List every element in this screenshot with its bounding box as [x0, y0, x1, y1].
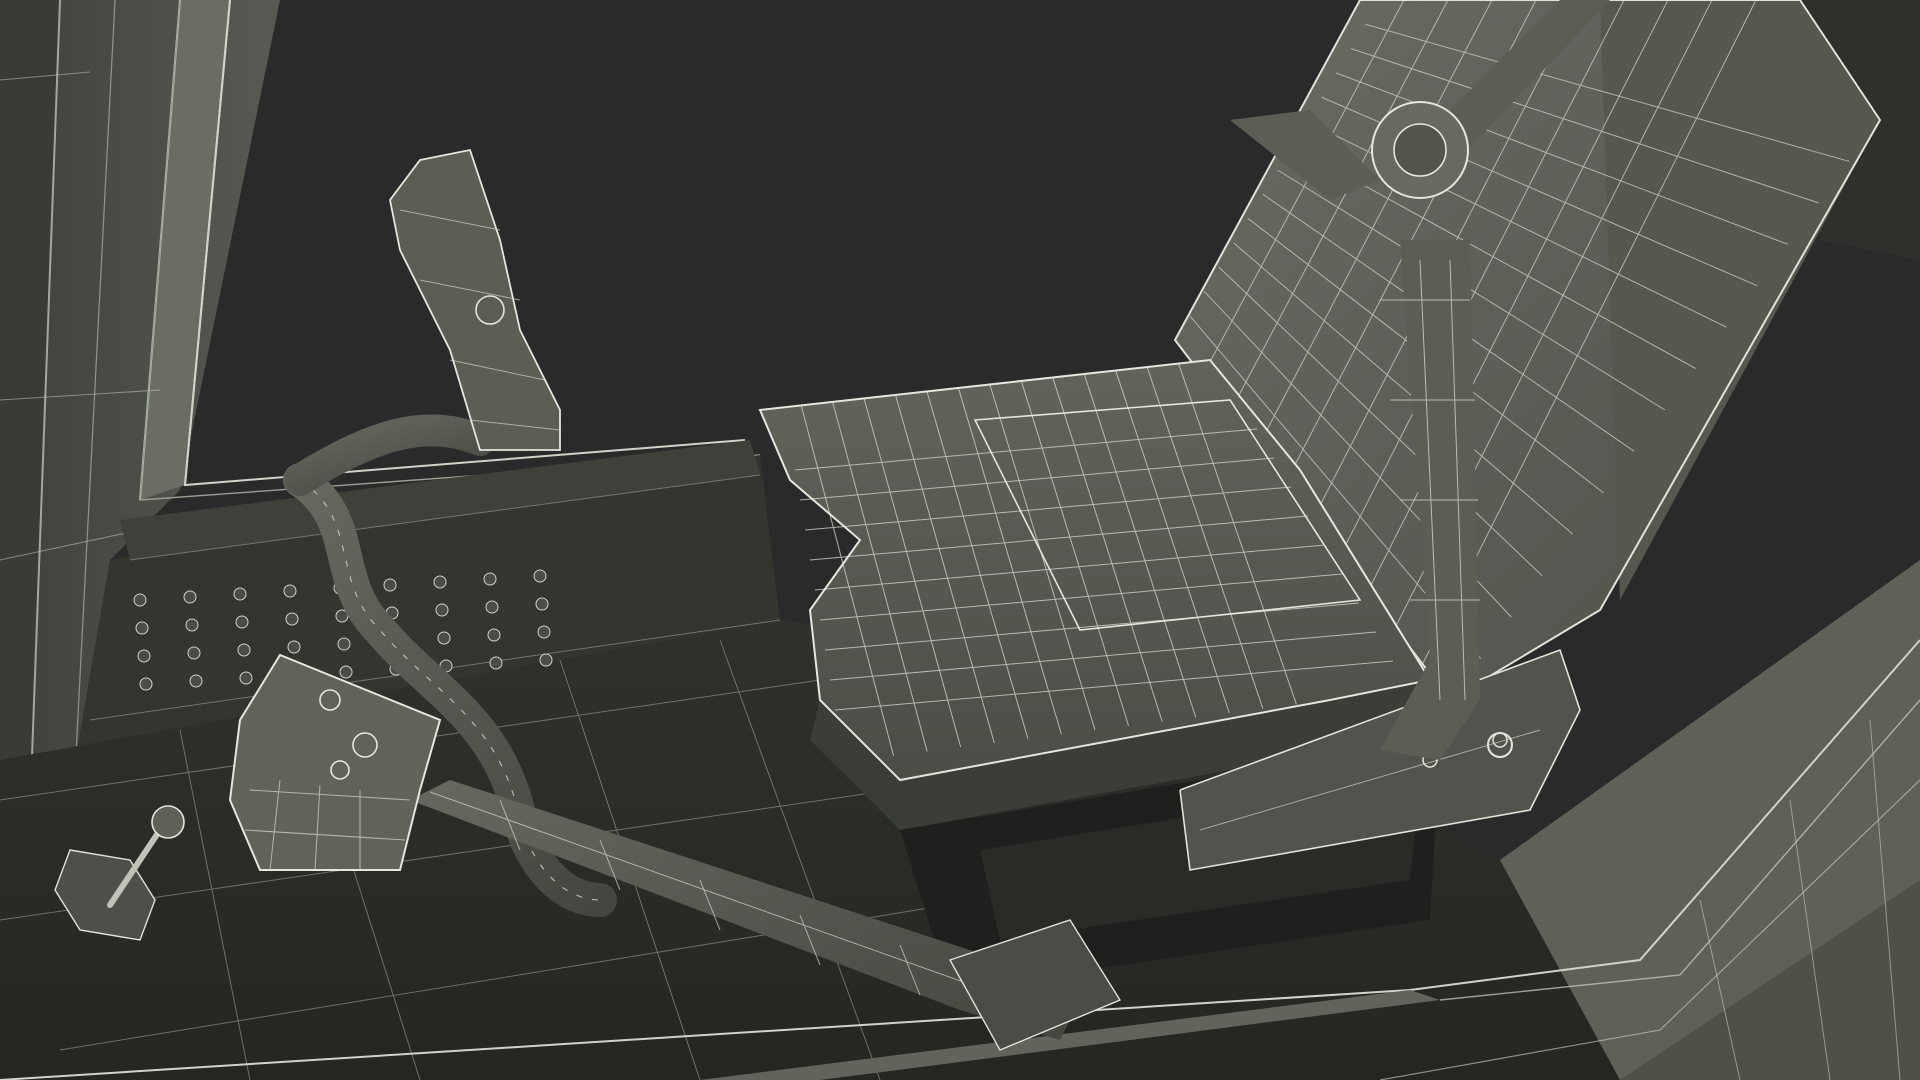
- wireframe-render: [0, 0, 1920, 1080]
- rivet: [239, 671, 253, 685]
- rivet: [185, 618, 199, 632]
- rivet: [487, 628, 501, 642]
- rivet: [485, 600, 499, 614]
- rivet: [135, 621, 149, 635]
- rivet: [383, 578, 397, 592]
- rivet: [283, 584, 297, 598]
- rivet: [535, 597, 549, 611]
- rivet: [339, 665, 353, 679]
- rivet: [287, 640, 301, 654]
- rivet: [483, 572, 497, 586]
- rivet: [285, 612, 299, 626]
- rivet: [533, 569, 547, 583]
- rivet: [189, 674, 203, 688]
- rivet: [137, 649, 151, 663]
- rivet: [187, 646, 201, 660]
- rivet: [183, 590, 197, 604]
- rivet: [133, 593, 147, 607]
- rivet: [235, 615, 249, 629]
- rivet: [139, 677, 153, 691]
- rivet: [537, 625, 551, 639]
- rivet: [435, 603, 449, 617]
- viewport: [0, 0, 1920, 1080]
- rivet: [539, 653, 553, 667]
- rivet: [233, 587, 247, 601]
- rivet: [489, 656, 503, 670]
- rivet: [337, 637, 351, 651]
- rivet: [237, 643, 251, 657]
- rivet: [433, 575, 447, 589]
- rivet: [437, 631, 451, 645]
